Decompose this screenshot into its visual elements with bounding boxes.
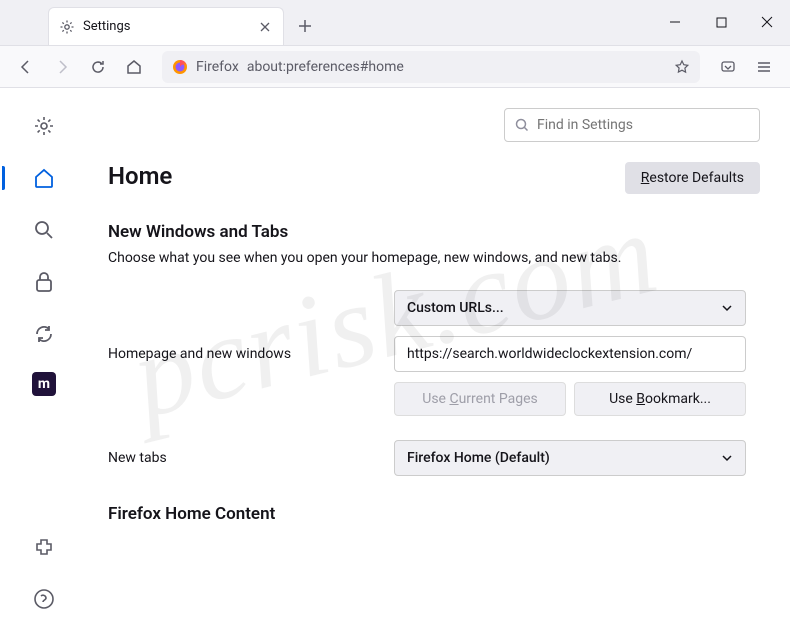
newtabs-select-value: Firefox Home (Default) [407, 450, 550, 466]
homepage-url-input[interactable] [394, 336, 746, 372]
firefox-icon [172, 59, 188, 75]
chevron-down-icon [721, 302, 733, 314]
search-icon [515, 118, 529, 132]
sidebar-item-general[interactable] [30, 112, 58, 140]
sidebar-item-search[interactable] [30, 216, 58, 244]
chevron-down-icon [721, 452, 733, 464]
reload-button[interactable] [82, 51, 114, 83]
use-current-pages-button[interactable]: Use Current Pages [394, 382, 566, 416]
urlbar-identity: Firefox [196, 59, 239, 75]
urlbar-url: about:preferences#home [247, 59, 666, 75]
toolbar: Firefox about:preferences#home [0, 46, 790, 88]
sidebar: m [0, 88, 88, 629]
close-icon[interactable] [257, 19, 273, 35]
newtabs-label: New tabs [108, 450, 394, 466]
bookmark-star-icon[interactable] [674, 59, 690, 75]
sidebar-item-privacy[interactable] [30, 268, 58, 296]
gear-icon [59, 19, 75, 35]
new-tab-button[interactable] [290, 11, 320, 41]
section-new-windows-title: New Windows and Tabs [108, 222, 760, 242]
section-firefox-home-title: Firefox Home Content [108, 504, 760, 524]
sidebar-item-mozilla[interactable]: m [32, 372, 56, 396]
newtabs-select[interactable]: Firefox Home (Default) [394, 440, 746, 476]
page-title: Home [108, 162, 172, 190]
url-bar[interactable]: Firefox about:preferences#home [162, 51, 700, 83]
sidebar-item-sync[interactable] [30, 320, 58, 348]
window-controls [652, 0, 790, 45]
sidebar-item-extensions[interactable] [30, 533, 58, 561]
tab-title: Settings [83, 19, 249, 34]
tab-strip: Settings [0, 7, 320, 45]
section-new-windows-desc: Choose what you see when you open your h… [108, 250, 760, 266]
use-bookmark-button[interactable]: Use Bookmark... [574, 382, 746, 416]
tab-settings[interactable]: Settings [48, 7, 284, 45]
sidebar-item-help[interactable] [30, 585, 58, 613]
titlebar: Settings [0, 0, 790, 46]
maximize-button[interactable] [698, 0, 744, 45]
homepage-select[interactable]: Custom URLs... [394, 290, 746, 326]
content-area: m Home Restore Defaults New Windows and … [0, 88, 790, 629]
restore-defaults-button[interactable]: Restore Defaults [625, 162, 760, 194]
sidebar-item-home[interactable] [30, 164, 58, 192]
homepage-label: Homepage and new windows [108, 346, 394, 362]
close-window-button[interactable] [744, 0, 790, 45]
forward-button[interactable] [46, 51, 78, 83]
pocket-button[interactable] [712, 51, 744, 83]
back-button[interactable] [10, 51, 42, 83]
home-button[interactable] [118, 51, 150, 83]
settings-search-input[interactable] [537, 117, 749, 133]
menu-button[interactable] [748, 51, 780, 83]
main-panel: Home Restore Defaults New Windows and Ta… [88, 88, 790, 629]
minimize-button[interactable] [652, 0, 698, 45]
homepage-select-value: Custom URLs... [407, 300, 504, 316]
settings-search[interactable] [504, 108, 760, 142]
